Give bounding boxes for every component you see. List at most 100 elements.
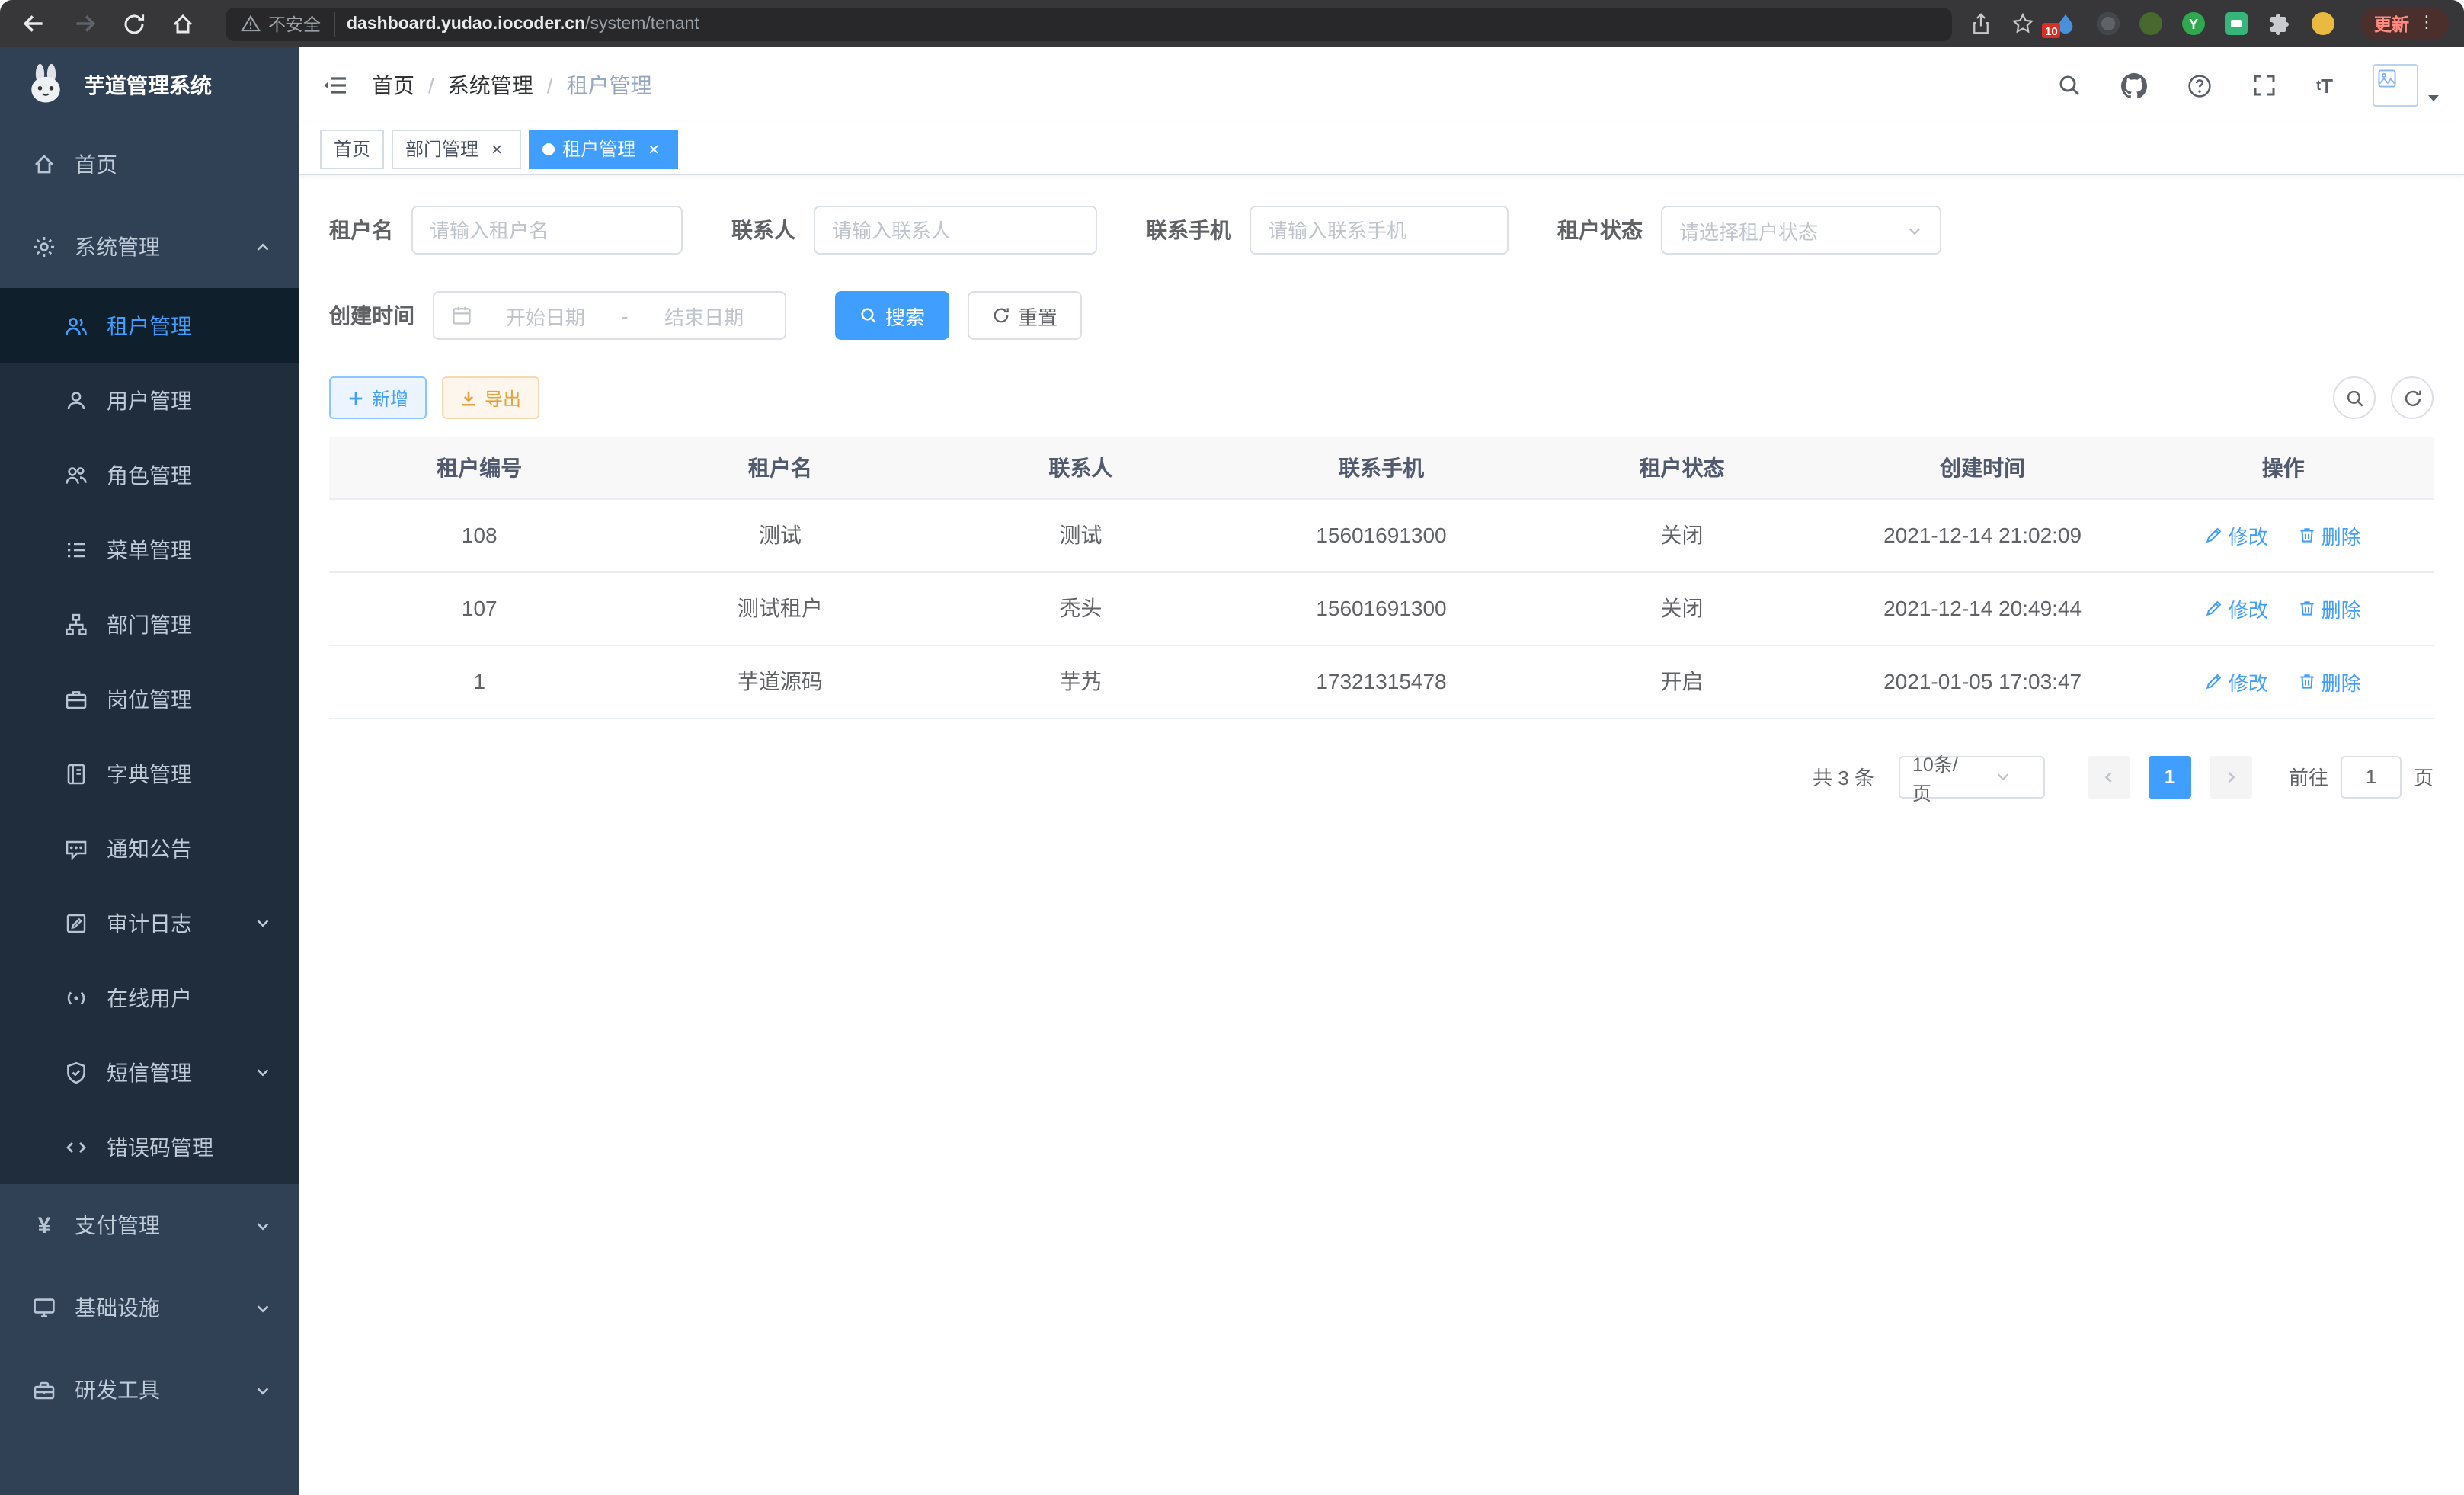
- tenant-name-field[interactable]: [411, 206, 683, 255]
- close-icon[interactable]: ×: [486, 138, 507, 159]
- github-icon[interactable]: [2115, 66, 2153, 104]
- header-search-icon[interactable]: [2051, 67, 2088, 104]
- delete-button-label: 删除: [2322, 520, 2361, 549]
- trash-icon: [2299, 599, 2317, 617]
- fullscreen-icon[interactable]: [2246, 67, 2283, 104]
- extensions-puzzle-icon[interactable]: [2267, 11, 2292, 36]
- code-icon: [64, 1135, 88, 1159]
- sidebar-item-infra[interactable]: 基础设施: [0, 1266, 299, 1349]
- sidebar-item-role[interactable]: 角色管理: [0, 437, 299, 512]
- prev-page-button[interactable]: [2088, 755, 2130, 798]
- delete-button[interactable]: 删除: [2299, 520, 2361, 549]
- refresh-table-button[interactable]: [2391, 376, 2434, 419]
- goto-page-input[interactable]: [2341, 755, 2402, 798]
- browser-menu-icon[interactable]: ⋮: [2418, 15, 2435, 32]
- cell-status: 开启: [1531, 645, 1832, 718]
- contact-input[interactable]: [832, 219, 1079, 242]
- download-icon: [460, 389, 477, 406]
- phone-field[interactable]: [1250, 206, 1509, 255]
- sidebar-item-home[interactable]: 首页: [0, 123, 299, 206]
- sidebar-item-post[interactable]: 岗位管理: [0, 661, 299, 736]
- bookmark-star-icon[interactable]: [2011, 12, 2034, 35]
- sidebar-item-dict[interactable]: 字典管理: [0, 736, 299, 811]
- tenant-name-input[interactable]: [430, 219, 664, 242]
- sidebar-item-notice[interactable]: 通知公告: [0, 811, 299, 885]
- date-range-picker[interactable]: 开始日期 - 结束日期: [433, 291, 786, 340]
- sidebar-item-sms[interactable]: 短信管理: [0, 1035, 299, 1109]
- sidebar-item-payment[interactable]: ¥ 支付管理: [0, 1184, 299, 1266]
- font-size-icon[interactable]: tT: [2310, 69, 2339, 101]
- edit-button[interactable]: 修改: [2206, 667, 2268, 696]
- sidebar-item-system[interactable]: 系统管理: [0, 206, 299, 288]
- address-bar[interactable]: 不安全 dashboard.yudao.iocoder.cn/system/te…: [226, 7, 1952, 40]
- tab-home[interactable]: 首页: [320, 129, 384, 168]
- delete-button[interactable]: 删除: [2299, 667, 2361, 696]
- page-size-value: 10条/页: [1912, 748, 1969, 805]
- add-button[interactable]: 新增: [329, 376, 427, 419]
- sidebar-item-menu[interactable]: 菜单管理: [0, 512, 299, 587]
- tab-dept[interactable]: 部门管理 ×: [392, 129, 521, 168]
- security-label[interactable]: 不安全: [268, 11, 321, 36]
- phone-label: 联系手机: [1146, 215, 1231, 245]
- sidebar-item-label: 基础设施: [75, 1292, 160, 1323]
- breadcrumb-home[interactable]: 首页: [372, 70, 414, 101]
- extension-icon[interactable]: [2139, 12, 2162, 35]
- sidebar-item-label: 岗位管理: [107, 683, 192, 714]
- browser-update-button[interactable]: 更新 ⋮: [2360, 8, 2449, 40]
- share-icon[interactable]: [1970, 12, 1992, 35]
- url-domain: dashboard.yudao.iocoder.cn: [347, 14, 585, 33]
- browser-back-icon[interactable]: [21, 11, 47, 37]
- next-page-button[interactable]: [2210, 755, 2252, 798]
- app-logo[interactable]: 芋道管理系统: [0, 47, 299, 123]
- end-date-placeholder[interactable]: 结束日期: [640, 301, 768, 330]
- sidebar-item-user[interactable]: 用户管理: [0, 363, 299, 437]
- sidebar-item-dept[interactable]: 部门管理: [0, 587, 299, 661]
- search-button-label: 搜索: [885, 301, 925, 330]
- start-date-placeholder[interactable]: 开始日期: [482, 301, 610, 330]
- browser-reload-icon[interactable]: [122, 11, 146, 36]
- tab-tenant[interactable]: 租户管理 ×: [529, 129, 678, 168]
- goto-label: 前往: [2289, 762, 2328, 791]
- reset-button-label: 重置: [1018, 301, 1058, 330]
- phone-input[interactable]: [1268, 219, 1490, 242]
- sidebar-item-dev-tools[interactable]: 研发工具: [0, 1349, 299, 1431]
- chevron-down-icon: [1906, 222, 1923, 238]
- cell-tenant-id: 1: [329, 645, 630, 718]
- export-button[interactable]: 导出: [442, 376, 539, 419]
- status-select[interactable]: 请选择租户状态: [1661, 206, 1941, 255]
- page-size-select[interactable]: 10条/页: [1899, 755, 2045, 798]
- close-icon[interactable]: ×: [643, 138, 664, 159]
- extension-icon[interactable]: [2097, 12, 2120, 35]
- browser-home-icon[interactable]: [171, 11, 195, 36]
- active-tab-dot: [542, 142, 555, 155]
- search-icon: [859, 306, 878, 325]
- user-avatar[interactable]: [2373, 64, 2443, 107]
- help-icon[interactable]: [2181, 66, 2219, 104]
- profile-avatar-icon[interactable]: [2312, 12, 2334, 35]
- sidebar-item-tenant[interactable]: 租户管理: [0, 288, 299, 363]
- table-header-row: 租户编号 租户名 联系人 联系手机 租户状态 创建时间 操作: [329, 437, 2434, 498]
- toggle-search-button[interactable]: [2333, 376, 2376, 419]
- delete-button-label: 删除: [2322, 667, 2361, 696]
- sidebar-toggle-icon[interactable]: [299, 47, 372, 123]
- breadcrumb-system[interactable]: 系统管理: [448, 70, 533, 101]
- sidebar-item-audit-log[interactable]: 审计日志: [0, 885, 299, 960]
- extension-icon[interactable]: Y: [2182, 12, 2205, 35]
- chevron-down-icon: [1975, 768, 2031, 785]
- sidebar-item-online-user[interactable]: 在线用户: [0, 960, 299, 1035]
- browser-forward-icon[interactable]: [72, 11, 98, 37]
- page-number-button[interactable]: 1: [2149, 755, 2191, 798]
- extension-drop-icon[interactable]: 10: [2054, 12, 2077, 35]
- cell-contact: 秃头: [930, 571, 1231, 645]
- contact-field[interactable]: [814, 206, 1097, 255]
- sidebar-item-error-code[interactable]: 错误码管理: [0, 1109, 299, 1184]
- delete-button[interactable]: 删除: [2299, 594, 2361, 623]
- edit-button[interactable]: 修改: [2206, 520, 2268, 549]
- sidebar-item-label: 通知公告: [107, 833, 192, 863]
- edit-button[interactable]: 修改: [2206, 594, 2268, 623]
- search-button[interactable]: 搜索: [835, 291, 949, 340]
- sidebar-item-label: 菜单管理: [107, 534, 192, 565]
- screen: 不安全 dashboard.yudao.iocoder.cn/system/te…: [0, 0, 2464, 1495]
- reset-button[interactable]: 重置: [968, 291, 1082, 340]
- extension-icon[interactable]: [2225, 12, 2248, 35]
